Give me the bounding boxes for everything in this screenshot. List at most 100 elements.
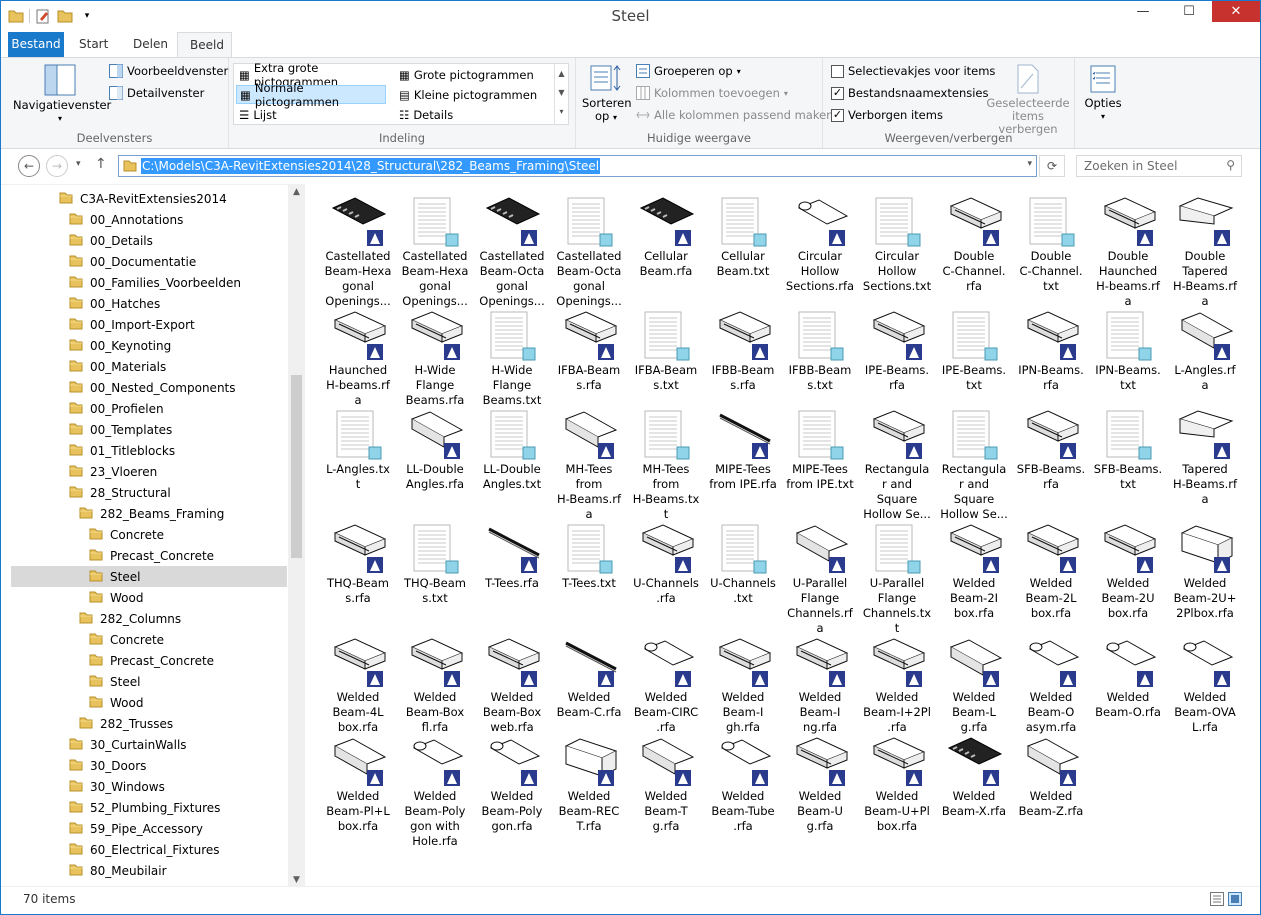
layout-medium-icons[interactable]: ▦ Normale pictogrammen xyxy=(236,81,386,109)
file-item-txt[interactable]: SFB-Beams. txt xyxy=(1090,407,1166,492)
file-item-txt[interactable]: LL-Double Angles.txt xyxy=(474,407,550,492)
search-input[interactable]: Zoeken in Steel ⚲ xyxy=(1076,155,1242,177)
file-item-rfa[interactable]: Circular Hollow Sections.rfa xyxy=(782,194,858,294)
tree-item[interactable]: 59_Pipe_Accessory xyxy=(11,818,287,839)
forward-button[interactable]: → xyxy=(46,155,68,177)
preview-pane-button[interactable]: Voorbeeldvenster xyxy=(109,64,228,78)
file-item-rfa[interactable]: Double Haunched H-beams.rf a xyxy=(1090,194,1166,309)
tree-item[interactable]: 52_Plumbing_Fixtures xyxy=(11,797,287,818)
tree-item[interactable]: Concrete xyxy=(11,629,287,650)
file-item-rfa[interactable]: Welded Beam-I gh.rfa xyxy=(705,635,781,735)
scroll-up-icon[interactable]: ▲ xyxy=(288,187,305,197)
tree-item[interactable]: 01_Titleblocks xyxy=(11,440,287,461)
tree-item[interactable]: Wood xyxy=(11,692,287,713)
details-view-icon[interactable] xyxy=(1210,892,1224,909)
file-item-txt[interactable]: IFBB-Beam s.txt xyxy=(782,308,858,393)
file-item-rfa[interactable]: THQ-Beam s.rfa xyxy=(320,521,396,606)
file-item-rfa[interactable]: Double C-Channel. rfa xyxy=(936,194,1012,294)
file-item-rfa[interactable]: Welded Beam-T g.rfa xyxy=(628,734,704,834)
checkbox-item-checkboxes[interactable]: Selectievakjes voor items xyxy=(831,64,995,78)
tree-item[interactable]: 282_Columns xyxy=(11,608,287,629)
recent-locations-icon[interactable]: ▾ xyxy=(76,159,81,169)
file-item-txt[interactable]: Double C-Channel. txt xyxy=(1013,194,1089,294)
tree-item[interactable]: 282_Trusses xyxy=(11,713,287,734)
file-item-txt[interactable]: H-Wide Flange Beams.txt xyxy=(474,308,550,408)
file-item-txt[interactable]: Circular Hollow Sections.txt xyxy=(859,194,935,294)
fit-columns-button[interactable]: Alle kolommen passend maken xyxy=(636,108,833,122)
file-item-txt[interactable]: Cellular Beam.txt xyxy=(705,194,781,279)
tree-item[interactable]: C3A-RevitExtensies2014 xyxy=(11,188,287,209)
tree-item[interactable]: Steel xyxy=(11,566,287,587)
checkbox-hidden-items[interactable]: ✓ Verborgen items xyxy=(831,108,943,122)
tree-item[interactable]: 00_Templates xyxy=(11,419,287,440)
file-item-txt[interactable]: Castellated Beam-Octa gonal Openings... xyxy=(551,194,627,309)
file-item-rfa[interactable]: MH-Tees from H-Beams.rf a xyxy=(551,407,627,522)
group-by-button[interactable]: Groeperen op ▾ xyxy=(636,64,741,78)
file-item-rfa[interactable]: Welded Beam-2U box.rfa xyxy=(1090,521,1166,621)
file-item-rfa[interactable]: IPE-Beams. rfa xyxy=(859,308,935,393)
file-item-rfa[interactable]: Welded Beam-Box web.rfa xyxy=(474,635,550,735)
navigation-pane-button[interactable]: Navigatievenster ▾ xyxy=(13,64,111,125)
file-item-rfa[interactable]: U-Channels .rfa xyxy=(628,521,704,606)
checkbox-file-extensions[interactable]: ✓ Bestandsnaamextensies xyxy=(831,86,988,100)
address-input[interactable]: C:\Models\C3A-RevitExtensies2014\28_Stru… xyxy=(118,155,1037,177)
layout-large-icons[interactable]: ▦ Grote pictogrammen xyxy=(396,65,552,84)
file-item-rfa[interactable]: Welded Beam-O asym.rfa xyxy=(1013,635,1089,735)
minimize-button[interactable]: — xyxy=(1120,1,1166,22)
file-item-rfa[interactable]: H-Wide Flange Beams.rfa xyxy=(397,308,473,408)
up-arrow-icon[interactable]: ↑ xyxy=(95,156,107,172)
file-item-rfa[interactable]: Castellated Beam-Hexa gonal Openings... xyxy=(320,194,396,309)
file-item-txt[interactable]: MH-Tees from H-Beams.tx t xyxy=(628,407,704,522)
tab-delen[interactable]: Delen xyxy=(121,32,180,57)
file-item-rfa[interactable]: Welded Beam-Z.rfa xyxy=(1013,734,1089,819)
tree-item[interactable]: 00_Hatches xyxy=(11,293,287,314)
file-item-rfa[interactable]: Tapered H-Beams.rf a xyxy=(1167,407,1243,507)
sort-by-button[interactable]: Sorteren op ▾ xyxy=(582,64,632,124)
file-item-txt[interactable]: Rectangula r and Square Hollow Se... xyxy=(936,407,1012,522)
file-item-rfa[interactable]: Welded Beam-REC T.rfa xyxy=(551,734,627,834)
back-button[interactable]: ← xyxy=(18,155,40,177)
file-item-rfa[interactable]: Welded Beam-OVA L.rfa xyxy=(1167,635,1243,735)
file-item-rfa[interactable]: Welded Beam-CIRC .rfa xyxy=(628,635,704,735)
tree-item[interactable]: 23_Vloeren xyxy=(11,461,287,482)
scroll-down-icon[interactable]: ▼ xyxy=(288,875,305,885)
file-item-rfa[interactable]: Haunched H-beams.rf a xyxy=(320,308,396,408)
options-button[interactable]: Opties ▾ xyxy=(1081,64,1125,123)
checkbox-checked[interactable]: ✓ xyxy=(831,86,844,100)
file-item-rfa[interactable]: Welded Beam-O.rfa xyxy=(1090,635,1166,720)
tree-item[interactable]: 80_Meubilair xyxy=(11,860,287,881)
file-item-rfa[interactable]: Welded Beam-2U+ 2Plbox.rfa xyxy=(1167,521,1243,621)
file-item-rfa[interactable]: Welded Beam-I ng.rfa xyxy=(782,635,858,735)
file-item-rfa[interactable]: Castellated Beam-Octa gonal Openings... xyxy=(474,194,550,309)
file-item-rfa[interactable]: Welded Beam-U+Pl box.rfa xyxy=(859,734,935,834)
tree-item[interactable]: 00_Families_Voorbeelden xyxy=(11,272,287,293)
file-item-rfa[interactable]: Welded Beam-Poly gon.rfa xyxy=(474,734,550,834)
maximize-button[interactable]: ☐ xyxy=(1166,1,1212,22)
file-item-rfa[interactable]: Welded Beam-Box fl.rfa xyxy=(397,635,473,735)
file-item-rfa[interactable]: Welded Beam-X.rfa xyxy=(936,734,1012,819)
tab-bestand[interactable]: Bestand xyxy=(8,32,64,57)
tree-item[interactable]: 00_Profielen xyxy=(11,398,287,419)
file-item-rfa[interactable]: Welded Beam-4L box.rfa xyxy=(320,635,396,735)
tree-item[interactable]: 00_Import-Export xyxy=(11,314,287,335)
tree-item[interactable]: 00_Nested_Components xyxy=(11,377,287,398)
tree-item[interactable]: Precast_Concrete xyxy=(11,545,287,566)
layout-list[interactable]: ☰ Lijst xyxy=(236,105,394,124)
file-item-txt[interactable]: IPE-Beams. txt xyxy=(936,308,1012,393)
tree-item[interactable]: 30_Doors xyxy=(11,755,287,776)
hide-selected-button[interactable]: Geselecteerde items verbergen xyxy=(983,64,1073,136)
file-item-txt[interactable]: IPN-Beams. txt xyxy=(1090,308,1166,393)
file-item-rfa[interactable]: Welded Beam-L g.rfa xyxy=(936,635,1012,735)
file-item-rfa[interactable]: Welded Beam-Pl+L box.rfa xyxy=(320,734,396,834)
file-item-txt[interactable]: IFBA-Beam s.txt xyxy=(628,308,704,393)
tree-item[interactable]: 00_Keynoting xyxy=(11,335,287,356)
file-item-rfa[interactable]: MIPE-Tees from IPE.rfa xyxy=(705,407,781,492)
tree-item[interactable]: 30_Windows xyxy=(11,776,287,797)
file-item-txt[interactable]: Castellated Beam-Hexa gonal Openings... xyxy=(397,194,473,309)
checkbox-unchecked[interactable] xyxy=(831,64,844,78)
file-item-rfa[interactable]: T-Tees.rfa xyxy=(474,521,550,591)
file-item-rfa[interactable]: SFB-Beams. rfa xyxy=(1013,407,1089,492)
file-item-txt[interactable]: U-Parallel Flange Channels.tx t xyxy=(859,521,935,636)
checkbox-checked[interactable]: ✓ xyxy=(831,108,844,122)
tree-item[interactable]: 282_Beams_Framing xyxy=(11,503,287,524)
